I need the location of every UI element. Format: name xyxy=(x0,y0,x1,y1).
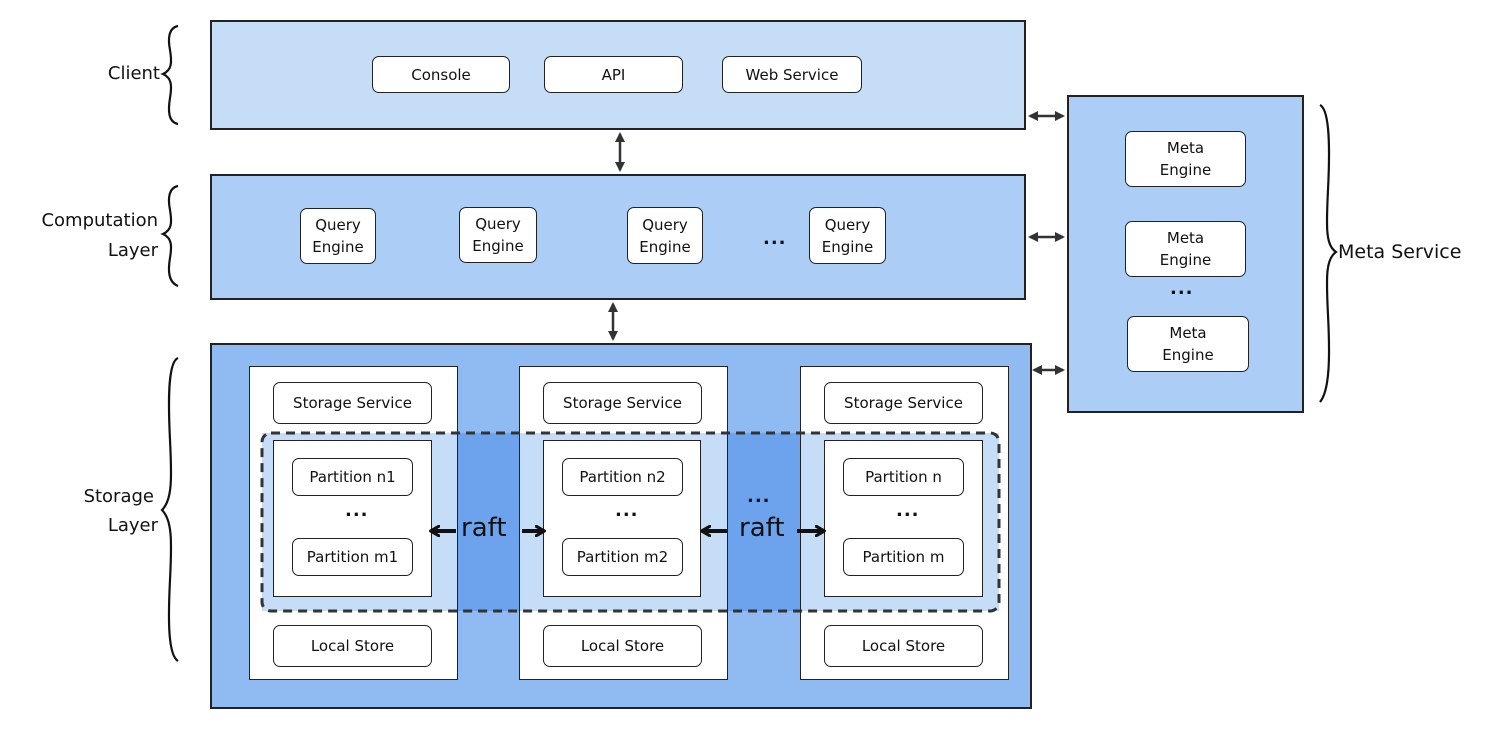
client-brace xyxy=(160,24,179,126)
connectors-overlay xyxy=(160,24,1338,662)
raft-group-border xyxy=(260,431,1001,613)
meta-service-brace xyxy=(1319,104,1338,403)
storage-brace xyxy=(160,356,179,662)
computation-brace xyxy=(160,184,179,288)
